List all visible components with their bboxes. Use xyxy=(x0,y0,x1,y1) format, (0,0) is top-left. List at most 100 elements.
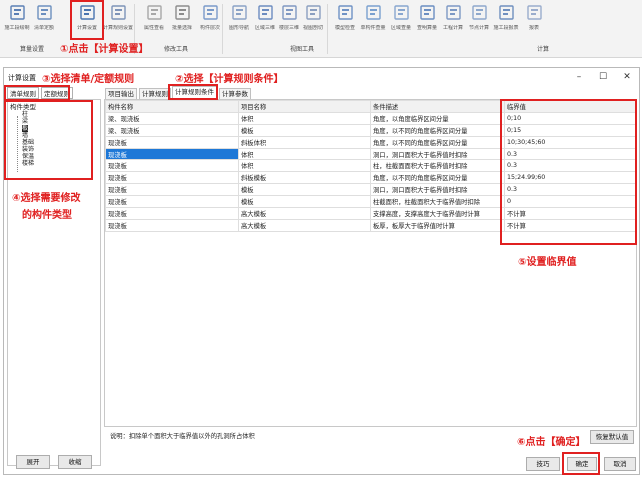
table-cell[interactable]: 梁、现浇板 xyxy=(105,111,239,125)
rules-icon xyxy=(110,4,127,21)
table-cell[interactable]: 角度，以不同的角度临界区间分量 xyxy=(370,135,505,149)
ribbon-button-18[interactable]: 报表 xyxy=(520,2,548,38)
ribbon-button-6[interactable]: 构件层次 xyxy=(196,2,224,38)
table-cell[interactable]: 现浇板 xyxy=(105,159,239,173)
ribbon-button-3[interactable]: 计算规则设置 xyxy=(102,2,133,38)
tab-calc-params[interactable]: 计算参数 xyxy=(219,88,251,99)
table-cell[interactable]: 梁、现浇板 xyxy=(105,123,239,137)
table-cell[interactable]: 模板 xyxy=(238,183,371,197)
table-cell[interactable]: 斜板体积 xyxy=(238,135,371,149)
empty-row xyxy=(106,374,637,386)
empty-row xyxy=(106,326,637,338)
table-cell[interactable]: 支撑高度，支撑高度大于临界值时计算 xyxy=(370,207,505,220)
ribbon-group-label: 计算 xyxy=(537,46,550,53)
node-calc-icon xyxy=(471,4,488,21)
empty-row xyxy=(106,291,637,303)
ribbon-button-7[interactable]: 图形导航 xyxy=(225,2,253,38)
close-button[interactable]: ✕ xyxy=(618,70,636,84)
table-cell[interactable]: 现浇板 xyxy=(105,195,239,209)
check-icon xyxy=(337,4,354,21)
ribbon-button-13[interactable]: 区域查量 xyxy=(387,2,415,38)
table-icon xyxy=(526,4,543,21)
maximize-button[interactable]: ☐ xyxy=(594,70,612,84)
area-qty-icon xyxy=(393,4,410,21)
empty-row xyxy=(106,303,637,315)
ribbon-button-17[interactable]: 施工段报表 xyxy=(492,2,520,38)
ribbon-separator xyxy=(327,4,328,54)
ribbon-button-1[interactable]: 清单定额 xyxy=(30,2,58,38)
highlight-ok-button xyxy=(562,452,600,475)
annotation-step2: ②选择【计算规则条件】 xyxy=(175,74,284,85)
table-cell[interactable]: 柱，柱截面面积大于临界值时扣除 xyxy=(370,159,505,173)
ribbon-button-label: 视图剖切 xyxy=(302,25,323,31)
tab-project-output[interactable]: 项目输出 xyxy=(105,88,137,99)
table-cell[interactable]: 现浇板 xyxy=(105,183,239,197)
description-text: 说明：扣除单个面积大于临界值以外的孔洞所占体积 xyxy=(110,433,255,440)
annotation-step4-line2: 的构件类型 xyxy=(22,210,72,221)
annotation-step4-line1: ④选择需要修改 xyxy=(12,193,81,204)
table-cell[interactable]: 模板 xyxy=(238,195,371,209)
building-icon xyxy=(281,4,298,21)
ribbon-button-15[interactable]: 工程计算 xyxy=(439,2,467,38)
table-cell[interactable]: 斜板模板 xyxy=(238,171,371,185)
cancel-button[interactable]: 取消 xyxy=(604,457,636,471)
minimize-button[interactable]: – xyxy=(570,70,588,84)
table-cell[interactable]: 板厚，板厚大于临界值时计算 xyxy=(370,218,505,232)
sigma-icon xyxy=(445,4,462,21)
tab-calc-rules[interactable]: 计算规则 xyxy=(139,88,171,99)
highlight-rule-condition-tab xyxy=(168,84,218,100)
table-cell[interactable]: 角度，以角度临界区间分量 xyxy=(370,111,505,125)
table-cell[interactable]: 体积 xyxy=(238,159,371,173)
detail-qty-icon xyxy=(419,4,436,21)
ribbon-button-16[interactable]: 节点计算 xyxy=(465,2,493,38)
dialog-title: 计算设置 xyxy=(8,74,36,82)
ribbon-button-11[interactable]: 模型检查 xyxy=(331,2,359,38)
collapse-button[interactable]: 收缩 xyxy=(58,455,92,469)
report-icon xyxy=(498,4,515,21)
table-cell[interactable]: 柱截面积，柱截面积大于临界值时扣除 xyxy=(370,195,505,209)
empty-row xyxy=(106,279,637,291)
ribbon-button-label: 报表 xyxy=(528,25,539,31)
ribbon-group-label: 算量设置 xyxy=(20,46,45,53)
ribbon-group-label: 修改工具 xyxy=(164,46,189,53)
expand-button[interactable]: 展开 xyxy=(16,455,50,469)
empty-row xyxy=(106,350,637,362)
ribbon-button-4[interactable]: 属性查看 xyxy=(140,2,168,38)
table-cell[interactable]: 角度，以不同的角度临界区间分量 xyxy=(370,171,505,185)
table-cell[interactable]: 现浇板 xyxy=(105,218,239,232)
ribbon-button-12[interactable]: 单构件查量 xyxy=(359,2,387,38)
tips-button[interactable]: 技巧 xyxy=(526,457,560,471)
table-cell[interactable]: 洞口，洞口面积大于临界值时扣除 xyxy=(370,147,505,161)
table-cell[interactable]: 角度，以不同的角度临界区间分量 xyxy=(370,123,505,137)
table-cell[interactable]: 高大模板 xyxy=(238,207,371,220)
ribbon-separator xyxy=(222,4,223,54)
annotation-step1: ①点击【计算设置】 xyxy=(60,44,149,55)
restore-default-button[interactable]: 恢复默认值 xyxy=(590,430,634,444)
tree-icon xyxy=(231,4,248,21)
ribbon-button-10[interactable]: 视图剖切 xyxy=(299,2,327,38)
table-cell[interactable]: 高大模板 xyxy=(238,218,371,232)
highlight-component-tree xyxy=(4,100,93,180)
table-cell[interactable]: 现浇板 xyxy=(105,147,239,161)
column-header[interactable]: 条件描述 xyxy=(370,100,505,113)
column-header[interactable]: 项目名称 xyxy=(238,100,371,113)
ribbon-button-5[interactable]: 批量选择 xyxy=(168,2,196,38)
table-cell[interactable]: 体积 xyxy=(238,111,371,125)
ribbon-button-0[interactable]: 施工段绘制 xyxy=(3,2,31,38)
table-cell[interactable]: 模板 xyxy=(238,123,371,137)
table-cell[interactable]: 现浇板 xyxy=(105,207,239,220)
table-cell[interactable]: 现浇板 xyxy=(105,171,239,185)
table-cell[interactable]: 现浇板 xyxy=(105,135,239,149)
annotation-step3: ③选择清单/定额规则 xyxy=(42,74,135,85)
highlight-threshold-column xyxy=(500,99,637,245)
table-cell[interactable]: 体积 xyxy=(238,147,371,161)
column-header[interactable]: 构件名称 xyxy=(105,100,239,113)
empty-row xyxy=(106,398,637,410)
layers-icon xyxy=(202,4,219,21)
ribbon-button-14[interactable]: 查明算量 xyxy=(413,2,441,38)
component-qty-icon xyxy=(365,4,382,21)
bulb-icon xyxy=(146,4,163,21)
annotation-step6: ⑥点击【确定】 xyxy=(517,437,586,448)
table-cell[interactable]: 洞口，洞口面积大于临界值时扣除 xyxy=(370,183,505,197)
ribbon-button-label: 计算规则设置 xyxy=(102,25,133,31)
